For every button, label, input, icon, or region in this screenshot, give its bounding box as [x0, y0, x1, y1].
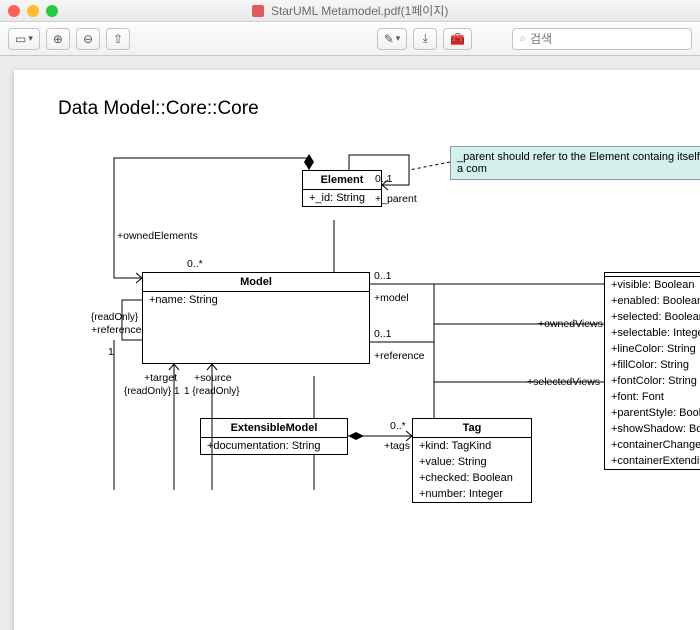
pdf-page: Data Model::Core::Core _parent should re…	[14, 70, 700, 630]
assoc-role: +target	[144, 372, 177, 384]
class-attr: +selectable: Intege	[605, 325, 700, 341]
zoom-icon[interactable]	[46, 5, 58, 17]
class-attr: +checked: Boolean	[413, 470, 531, 486]
assoc-mult: 0..1	[375, 173, 393, 185]
class-attr: +fontColor: String	[605, 373, 700, 389]
class-attr: +kind: TagKind	[413, 438, 531, 454]
toolbar: ▭ ▾ ⊕ ⊖ ⇧ ✎▾ ⤓ 🧰 ⌕	[0, 22, 700, 56]
export-button[interactable]: ⤓	[413, 28, 437, 50]
class-attr: +font: Font	[605, 389, 700, 405]
note-text: _parent should refer to the Element cont…	[457, 151, 700, 175]
pencil-icon: ✎	[384, 32, 394, 46]
class-name: Element	[303, 171, 381, 190]
class-extensible-model: ExtensibleModel +documentation: String	[200, 418, 348, 455]
class-element: Element +_id: String	[302, 170, 382, 207]
assoc-mult: 0..1	[374, 328, 392, 340]
assoc-role: +ownedElements	[117, 230, 198, 242]
document-viewport[interactable]: Data Model::Core::Core _parent should re…	[0, 56, 700, 500]
class-view: +visible: Boolean +enabled: Boolean +sel…	[604, 272, 700, 470]
class-attr: +_id: String	[303, 190, 381, 206]
class-tag: Tag +kind: TagKind +value: String +check…	[412, 418, 532, 503]
toolbox-button[interactable]: 🧰	[443, 28, 472, 50]
minimize-icon[interactable]	[27, 5, 39, 17]
assoc-mult: 0..*	[390, 420, 406, 432]
share-icon: ⇧	[113, 32, 123, 46]
title-bar: StarUML Metamodel.pdf(1페이지)	[0, 0, 700, 22]
class-attr: +documentation: String	[201, 438, 347, 454]
search-input[interactable]: ⌕	[512, 28, 692, 50]
page-title: Data Model::Core::Core	[58, 98, 259, 120]
class-model: Model +name: String	[142, 272, 370, 364]
class-attr: +containerChange	[605, 437, 700, 453]
search-field[interactable]	[530, 32, 685, 46]
magnify-minus-icon: ⊖	[83, 32, 93, 46]
class-attr: +fillColor: String	[605, 357, 700, 373]
class-name: Tag	[413, 419, 531, 438]
tray-down-icon: ⤓	[423, 31, 428, 46]
class-attr: +name: String	[143, 292, 369, 308]
assoc-mult: 1	[108, 346, 114, 358]
class-attr: +lineColor: String	[605, 341, 700, 357]
window-title-text: StarUML Metamodel.pdf(1페이지)	[271, 4, 448, 18]
assoc-mult: 0..1	[374, 270, 392, 282]
class-attr: +showShadow: Bo	[605, 421, 700, 437]
assoc-role: +reference	[374, 350, 425, 362]
class-attr: +enabled: Boolean	[605, 293, 700, 309]
class-name: ExtensibleModel	[201, 419, 347, 438]
assoc-role: +source	[194, 372, 232, 384]
assoc-role: +model	[374, 292, 409, 304]
annotate-button[interactable]: ✎▾	[377, 28, 408, 50]
view-mode-button[interactable]: ▭ ▾	[8, 28, 40, 50]
magnify-plus-icon: ⊕	[53, 32, 63, 46]
window-title: StarUML Metamodel.pdf(1페이지)	[0, 2, 700, 19]
class-attr: +parentStyle: Boole	[605, 405, 700, 421]
assoc-constraint: {readOnly}	[91, 312, 138, 323]
class-attr: +containerExtendin	[605, 453, 700, 469]
search-icon: ⌕	[519, 31, 526, 46]
chevron-down-icon: ▾	[396, 33, 401, 44]
assoc-constraint: 1 {readOnly}	[184, 386, 240, 397]
class-attr: +value: String	[413, 454, 531, 470]
uml-note: _parent should refer to the Element cont…	[450, 146, 700, 180]
assoc-mult: 0..*	[187, 258, 203, 270]
assoc-role: +reference	[91, 324, 142, 336]
zoom-out-button[interactable]: ⊖	[76, 28, 100, 50]
class-attr: +selected: Boolean	[605, 309, 700, 325]
pdf-file-icon	[252, 5, 264, 17]
class-attr: +visible: Boolean	[605, 277, 700, 293]
sidebar-icon: ▭	[15, 32, 26, 46]
assoc-role: +_parent	[375, 193, 417, 205]
class-name: Model	[143, 273, 369, 292]
assoc-role: +ownedViews	[538, 318, 603, 330]
chevron-down-icon: ▾	[28, 33, 33, 44]
close-icon[interactable]	[8, 5, 20, 17]
briefcase-icon: 🧰	[450, 32, 465, 46]
assoc-constraint: {readOnly} 1	[124, 386, 180, 397]
assoc-role: +tags	[384, 440, 410, 452]
assoc-role: +selectedViews	[527, 376, 600, 388]
share-button[interactable]: ⇧	[106, 28, 130, 50]
window-controls	[8, 5, 58, 17]
zoom-in-button[interactable]: ⊕	[46, 28, 70, 50]
